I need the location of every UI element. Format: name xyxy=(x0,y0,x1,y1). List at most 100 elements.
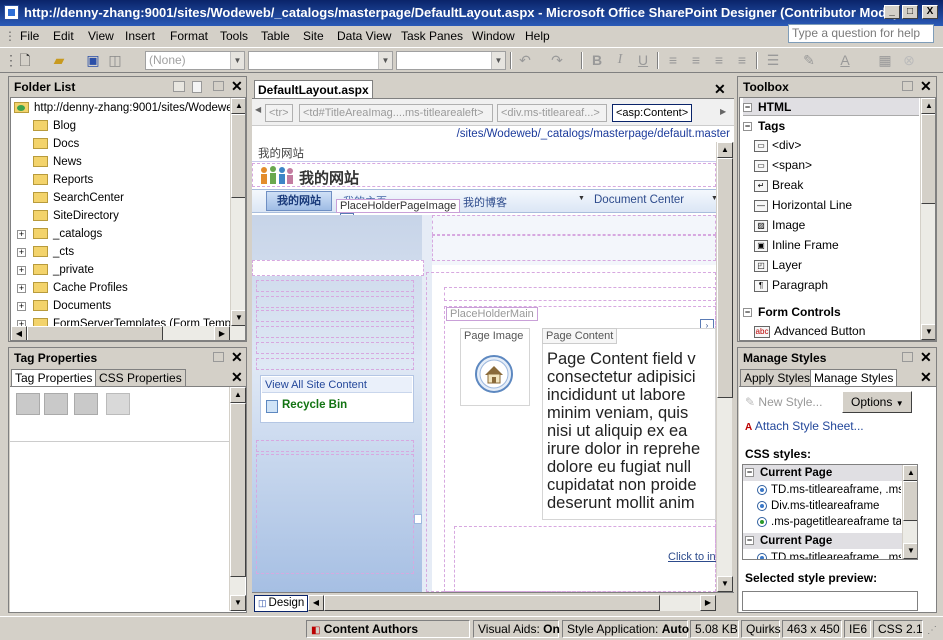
expand-icon[interactable]: + xyxy=(17,230,26,239)
scroll-up-icon[interactable]: ▲ xyxy=(903,465,917,481)
close-window-button[interactable]: X xyxy=(922,5,938,19)
toolbox-item[interactable]: ▭ <div> xyxy=(754,136,801,154)
toolbox-item[interactable]: ▭ <span> xyxy=(754,156,812,174)
scroll-down-icon[interactable]: ▼ xyxy=(230,595,246,611)
panel-maximize-icon[interactable] xyxy=(213,81,224,91)
minimize-button[interactable]: _ xyxy=(884,5,900,19)
tree-item[interactable]: News xyxy=(33,153,82,171)
maximize-button[interactable]: □ xyxy=(902,5,918,19)
expand-icon[interactable]: + xyxy=(17,302,26,311)
toolbox-item-advanced-button[interactable]: abc Advanced Button xyxy=(754,322,865,340)
attach-style-sheet-link[interactable]: A Attach Style Sheet... xyxy=(745,419,864,433)
tree-item[interactable]: SiteDirectory xyxy=(33,207,119,225)
scroll-thumb[interactable] xyxy=(230,403,246,577)
align-center-icon[interactable]: ≡ xyxy=(687,51,705,69)
size-combo[interactable]: ▼ xyxy=(396,51,506,70)
tree-root[interactable]: http://denny-zhang:9001/sites/Wodeweb xyxy=(14,99,239,117)
menu-site[interactable]: Site xyxy=(303,28,324,45)
resize-grip-icon[interactable]: ⋰ xyxy=(927,625,937,636)
panel-maximize-icon[interactable] xyxy=(902,352,913,362)
toolbox-item[interactable]: ▨ Image xyxy=(754,216,805,234)
tag-left-arrow-icon[interactable]: ◀ xyxy=(255,105,261,114)
menu-window[interactable]: Window xyxy=(472,28,515,45)
tree-item[interactable]: Blog xyxy=(33,117,76,135)
menu-tools[interactable]: Tools xyxy=(220,28,248,45)
toolbox-item[interactable]: ↵ Break xyxy=(754,176,803,194)
expand-icon[interactable]: + xyxy=(17,248,26,257)
bullets-icon[interactable]: ☰ xyxy=(764,51,782,69)
toolbox-scrollbar[interactable]: ▲ ▼ xyxy=(920,98,935,340)
tree-item[interactable]: _catalogs xyxy=(33,225,102,243)
document-mode-status[interactable]: Quirks xyxy=(741,620,781,638)
nav-item-blog[interactable]: 我的博客 xyxy=(463,194,507,210)
tree-item[interactable]: SearchCenter xyxy=(33,189,124,207)
editor-hscrollbar[interactable]: ◀ ▶ xyxy=(308,595,716,611)
tab-css-properties[interactable]: CSS Properties xyxy=(95,369,186,386)
highlight-icon[interactable]: ✎ xyxy=(800,51,818,69)
menu-edit[interactable]: Edit xyxy=(53,28,74,45)
toolbox-item[interactable]: ¶ Paragraph xyxy=(754,276,828,294)
open-icon[interactable]: ▰ xyxy=(50,51,68,69)
recycle-bin-link[interactable]: Recycle Bin xyxy=(282,399,347,411)
font-combo[interactable]: ▼ xyxy=(248,51,393,70)
folder-hscrollbar[interactable]: ◀ ▶ xyxy=(11,326,245,340)
click-to-insert-link[interactable]: Click to ins xyxy=(668,551,716,563)
scroll-down-icon[interactable]: ▼ xyxy=(717,576,733,592)
show-set-icon[interactable] xyxy=(74,393,98,415)
tree-item[interactable]: Docs xyxy=(33,135,79,153)
tree-item[interactable]: Reports xyxy=(33,171,93,189)
visual-aids-status[interactable]: Visual Aids: On xyxy=(473,620,560,638)
scroll-up-icon[interactable]: ▲ xyxy=(717,142,733,158)
scroll-thumb[interactable] xyxy=(903,481,917,521)
tree-item[interactable]: Documents xyxy=(33,297,111,315)
menu-data-view[interactable]: Data View xyxy=(337,28,391,45)
expand-icon[interactable]: + xyxy=(17,266,26,275)
scroll-left-icon[interactable]: ◀ xyxy=(308,595,324,611)
align-right-icon[interactable]: ≡ xyxy=(710,51,728,69)
new-icon[interactable]: 🗋 xyxy=(16,51,34,69)
css-style-item[interactable]: TD.ms-titleareaframe, .ms xyxy=(757,482,901,498)
style-combo[interactable]: (None) ▼ xyxy=(145,51,245,70)
scroll-thumb[interactable] xyxy=(717,158,733,398)
style-group-current-page[interactable]: − Current Page xyxy=(743,465,903,481)
menu-format[interactable]: Format xyxy=(170,28,208,45)
editor-scrollbar[interactable]: ▲ ▼ xyxy=(716,142,733,592)
scroll-up-icon[interactable]: ▲ xyxy=(230,387,246,403)
tab-apply-styles[interactable]: Apply Styles xyxy=(740,369,815,386)
close-icon[interactable]: ✕ xyxy=(231,370,243,384)
scroll-thumb[interactable] xyxy=(921,114,935,204)
page-dimensions-status[interactable]: 463 x 450 xyxy=(782,620,842,638)
save-icon[interactable]: ▣ xyxy=(84,51,102,69)
redo-icon[interactable]: ↷ xyxy=(548,51,566,69)
scroll-right-icon[interactable]: ▶ xyxy=(700,595,716,611)
menu-view[interactable]: View xyxy=(88,28,114,45)
tag-icon[interactable] xyxy=(106,393,130,415)
tag-right-arrow-icon[interactable]: ▶ xyxy=(720,107,726,116)
menu-task-panes[interactable]: Task Panes xyxy=(401,28,463,45)
resize-handle[interactable] xyxy=(414,514,422,524)
tree-item[interactable]: _cts xyxy=(33,243,74,261)
toolbox-item[interactable]: — Horizontal Line xyxy=(754,196,852,214)
bold-icon[interactable]: B xyxy=(588,51,606,69)
ask-question-input[interactable]: Type a question for help xyxy=(788,24,934,43)
scroll-up-icon[interactable]: ▲ xyxy=(921,98,935,114)
expand-icon[interactable]: + xyxy=(17,284,26,293)
categorize-icon[interactable] xyxy=(16,393,40,415)
close-icon[interactable]: ✕ xyxy=(920,370,932,384)
border-icon[interactable]: ▦ xyxy=(876,51,894,69)
css-style-item[interactable]: .ms-pagetitleareaframe ta xyxy=(757,514,901,530)
nav-item-document-center[interactable]: Document Center xyxy=(594,194,684,206)
toolbox-item[interactable]: ◰ Layer xyxy=(754,256,802,274)
italic-icon[interactable]: I xyxy=(611,51,629,69)
menu-table[interactable]: Table xyxy=(261,28,290,45)
breadcrumb-tr[interactable]: <tr> xyxy=(265,104,293,122)
new-page-icon[interactable] xyxy=(192,81,202,93)
browser-status[interactable]: IE6 xyxy=(844,620,871,638)
style-application-status[interactable]: Style Application: Auto xyxy=(562,620,689,638)
menu-file[interactable]: File xyxy=(20,28,39,45)
new-style-button[interactable]: ✎ New Style... xyxy=(745,395,822,409)
preview-icon[interactable]: ◫ xyxy=(106,51,124,69)
close-icon[interactable]: ✕ xyxy=(714,82,726,96)
folder-scrollbar[interactable]: ▲ ▼ xyxy=(230,98,245,326)
tagprop-scrollbar[interactable]: ▲ ▼ xyxy=(229,387,246,611)
